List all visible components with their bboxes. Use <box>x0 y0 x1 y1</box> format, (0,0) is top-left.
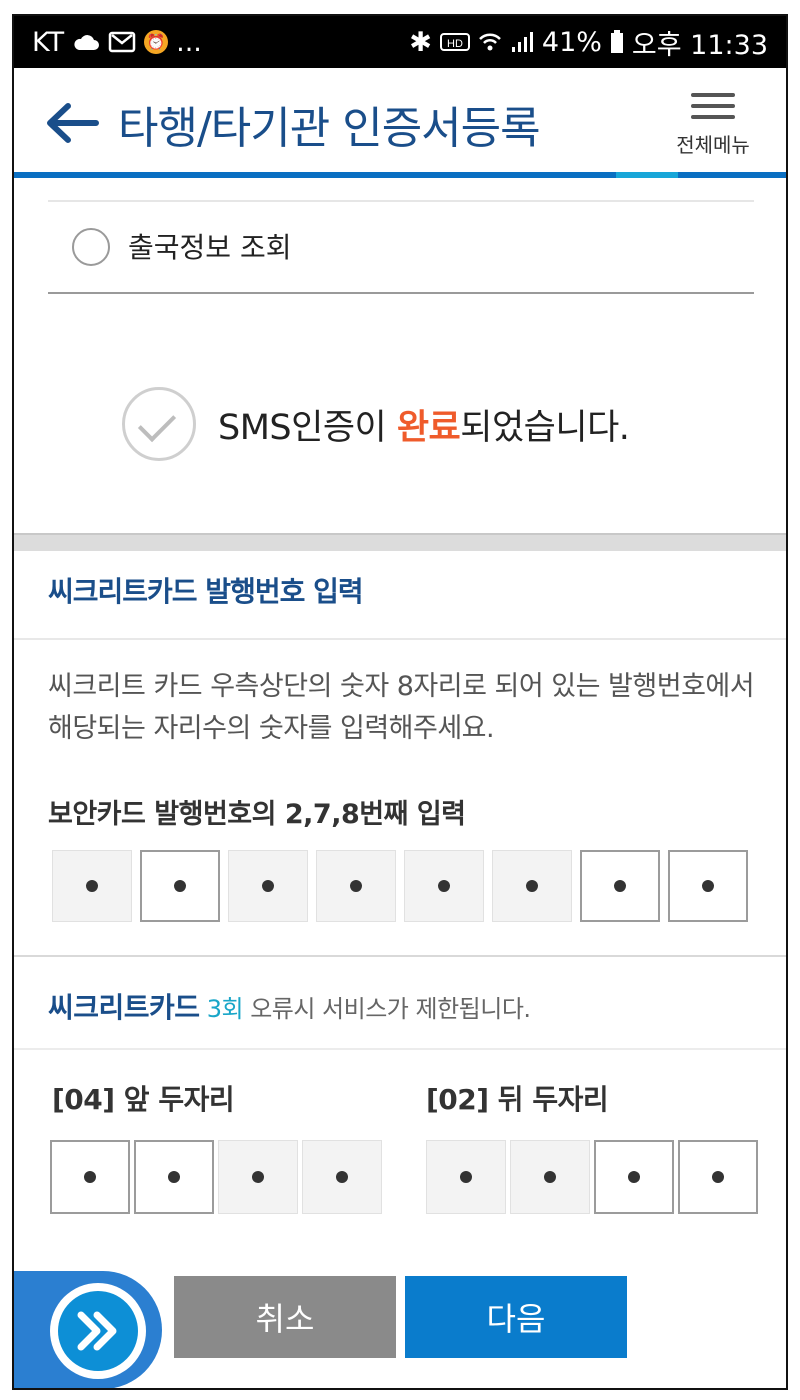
back-arrow-icon[interactable] <box>44 98 100 148</box>
message-icon <box>108 30 136 54</box>
digit-fixed-box <box>316 850 396 922</box>
bluetooth-icon: ✱ <box>409 26 432 58</box>
digit-fixed-box <box>404 850 484 922</box>
brand-text: 씨크리트카드 <box>48 991 200 1024</box>
masked-digit-dot <box>526 880 538 892</box>
full-menu-button[interactable]: 전체메뉴 <box>672 86 754 166</box>
masked-digit-dot <box>84 1171 96 1183</box>
radio-button[interactable] <box>72 228 110 266</box>
back-code-inputs <box>426 1140 758 1214</box>
hd-voice-icon: HD <box>439 32 470 52</box>
sms-status-text: SMS인증이 완료되었습니다. <box>218 399 630 450</box>
alarm-icon: ⏰ <box>144 30 169 54</box>
digit-fixed-box <box>218 1140 298 1214</box>
instruction-text: 씨크리트 카드 우측상단의 숫자 8자리로 되어 있는 발행번호에서 해당되는 … <box>48 671 755 744</box>
quick-menu-button[interactable] <box>14 1271 162 1388</box>
digit-fixed-box <box>426 1140 506 1214</box>
masked-digit-dot <box>262 880 274 892</box>
digit-input-box[interactable] <box>668 850 748 922</box>
masked-digit-dot <box>174 880 186 892</box>
status-bar: KT ⏰ ... ✱ HD 41% 오후 11:33 <box>14 16 786 68</box>
double-chevron-icon <box>58 1291 138 1371</box>
error-count: 3회 <box>206 995 244 1023</box>
divider <box>14 1048 786 1050</box>
divider <box>14 955 786 957</box>
app-header: 타행/타기관 인증서등록 전체메뉴 <box>14 68 786 176</box>
front-digits-label: [04] 앞 두자리 <box>52 1083 235 1116</box>
next-button[interactable]: 다음 <box>405 1276 627 1358</box>
wifi-icon <box>478 31 502 53</box>
masked-digit-dot <box>628 1171 640 1183</box>
menu-label: 전체메뉴 <box>676 133 750 157</box>
digit-input-box[interactable] <box>50 1140 130 1214</box>
sms-prefix: SMS인증이 <box>218 407 397 448</box>
signal-icon <box>510 31 534 53</box>
masked-digit-dot <box>438 880 450 892</box>
issue-number-label: 보안카드 발행번호의 2,7,8번째 입력 <box>48 799 466 830</box>
digit-input-box[interactable] <box>678 1140 758 1214</box>
more-notifications: ... <box>176 26 202 58</box>
digit-input-box[interactable] <box>134 1140 214 1214</box>
page-title: 타행/타기관 인증서등록 <box>118 103 541 154</box>
masked-digit-dot <box>168 1171 180 1183</box>
app-screen: KT ⏰ ... ✱ HD 41% 오후 11:33 타행/타기관 인증서등록 … <box>12 14 788 1390</box>
masked-digit-dot <box>86 880 98 892</box>
check-circle-icon <box>122 387 196 461</box>
departure-info-option[interactable]: 출국정보 조회 <box>48 202 754 294</box>
radio-label: 출국정보 조회 <box>128 231 292 264</box>
digit-input-box[interactable] <box>580 850 660 922</box>
back-digits-label: [02] 뒤 두자리 <box>426 1083 609 1116</box>
masked-digit-dot <box>460 1171 472 1183</box>
cloud-icon <box>72 32 100 52</box>
masked-digit-dot <box>252 1171 264 1183</box>
masked-digit-dot <box>350 880 362 892</box>
sms-suffix: 되었습니다. <box>460 407 630 448</box>
masked-digit-dot <box>702 880 714 892</box>
error-limit-notice: 씨크리트카드 3회 오류시 서비스가 제한됩니다. <box>48 986 531 1026</box>
digit-fixed-box <box>492 850 572 922</box>
digit-fixed-box <box>510 1140 590 1214</box>
digit-fixed-box <box>302 1140 382 1214</box>
masked-digit-dot <box>712 1171 724 1183</box>
digit-input-box[interactable] <box>594 1140 674 1214</box>
battery-percent: 41% <box>541 26 602 58</box>
sms-done-highlight: 완료 <box>396 407 461 448</box>
carrier-label: KT <box>32 26 65 58</box>
sms-complete-message: SMS인증이 완료되었습니다. <box>122 384 630 464</box>
svg-text:HD: HD <box>447 38 463 50</box>
divider <box>14 638 786 640</box>
hamburger-icon <box>691 93 735 119</box>
digit-input-box[interactable] <box>140 850 220 922</box>
section-title: 씨크리트카드 발행번호 입력 <box>48 575 364 608</box>
battery-icon <box>610 30 624 54</box>
digit-fixed-box <box>228 850 308 922</box>
front-code-inputs <box>50 1140 382 1214</box>
masked-digit-dot <box>614 880 626 892</box>
clock: 오후 11:33 <box>631 29 768 61</box>
cancel-button[interactable]: 취소 <box>174 1276 396 1358</box>
section-separator <box>14 533 786 551</box>
quick-menu-ring <box>50 1283 146 1379</box>
header-divider <box>14 172 786 178</box>
masked-digit-dot <box>336 1171 348 1183</box>
digit-fixed-box <box>52 850 132 922</box>
masked-digit-dot <box>544 1171 556 1183</box>
issue-number-inputs <box>52 850 748 922</box>
warning-text: 오류시 서비스가 제한됩니다. <box>243 995 531 1023</box>
